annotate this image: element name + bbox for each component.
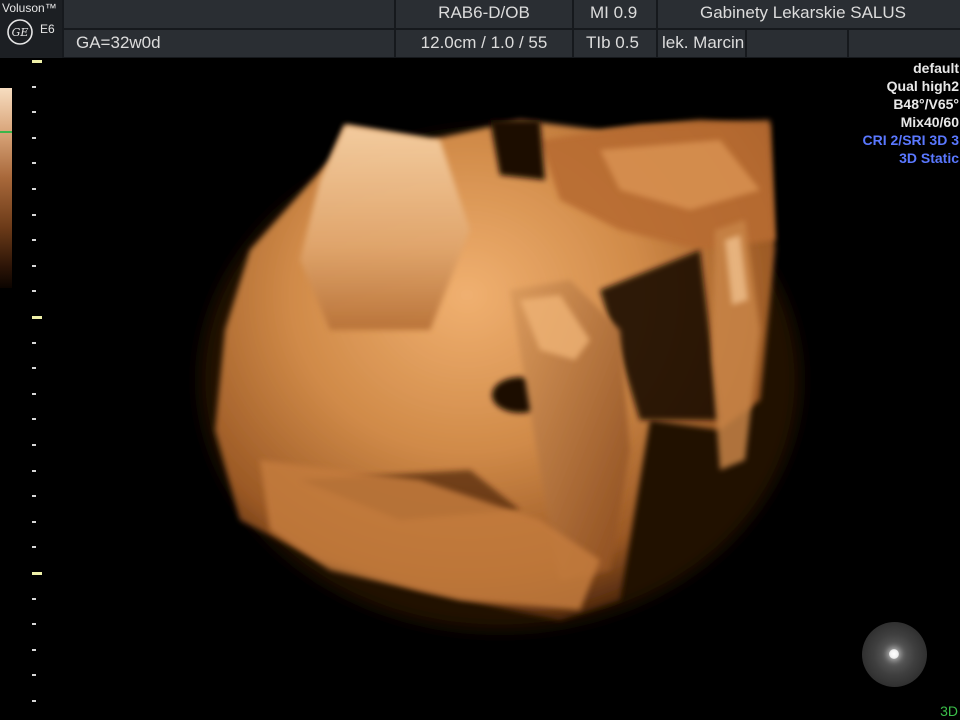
ruler-tick — [32, 623, 36, 626]
ruler-tick — [32, 597, 36, 600]
ruler-tick — [32, 469, 36, 472]
brand-logo-area: Voluson™ GE E6 — [0, 0, 62, 58]
ruler-tick — [32, 520, 36, 523]
ruler-tick — [32, 674, 36, 677]
model-name: E6 — [40, 22, 55, 36]
trackball-icon[interactable] — [862, 622, 927, 687]
mode-label: 3D Static — [899, 150, 959, 166]
status-header: Voluson™ GE E6 RAB6-D/OB MI 0.9 Gabinety… — [0, 0, 960, 58]
ruler-tick — [32, 546, 36, 549]
color-map-bar — [0, 88, 12, 288]
ruler-tick — [32, 341, 36, 344]
ruler-tick — [32, 85, 36, 88]
ruler-tick — [32, 392, 36, 395]
ruler-tick — [32, 367, 36, 370]
ruler-tick — [32, 213, 36, 216]
gestational-age: GA=32w0d — [64, 30, 394, 57]
thermal-index: TIb 0.5 — [574, 30, 656, 57]
ruler-tick — [32, 290, 36, 293]
ge-logo-icon: GE — [7, 19, 33, 45]
operator-name: lek. Marcin — [658, 30, 745, 57]
filter-label: CRI 2/SRI 3D 3 — [862, 132, 959, 148]
header-blank-cell — [849, 30, 960, 57]
mechanical-index: MI 0.9 — [574, 0, 656, 28]
angle-label: B48°/V65° — [893, 96, 959, 112]
parameter-panel: default Qual high2 B48°/V65° Mix40/60 CR… — [863, 59, 959, 167]
ultrasound-screen: Voluson™ GE E6 RAB6-D/OB MI 0.9 Gabinety… — [0, 0, 960, 720]
ruler-major-tick — [32, 60, 42, 63]
ruler-tick — [32, 264, 36, 267]
ruler-tick — [32, 418, 36, 421]
probe-label: RAB6-D/OB — [396, 0, 572, 28]
ruler-tick — [32, 648, 36, 651]
3d-render-view[interactable] — [0, 58, 960, 720]
header-blank-cell — [64, 0, 394, 28]
mix-label: Mix40/60 — [900, 114, 959, 130]
mode-indicator: 3D — [940, 703, 958, 719]
quality-label: Qual high2 — [886, 78, 959, 94]
ruler-tick — [32, 188, 36, 190]
header-blank-cell — [747, 30, 847, 57]
brand-name: Voluson™ — [2, 1, 57, 15]
ruler-tick — [32, 444, 36, 446]
ruler-tick — [32, 700, 36, 702]
color-map-marker — [0, 131, 12, 133]
svg-text:GE: GE — [12, 26, 29, 39]
ruler-tick — [32, 495, 36, 498]
ruler-tick — [32, 162, 36, 165]
ruler-major-tick — [32, 572, 42, 575]
ruler-major-tick — [32, 316, 42, 319]
ruler-tick — [32, 239, 36, 242]
depth-info: 12.0cm / 1.0 / 55 — [396, 30, 572, 57]
trackball-dot — [889, 649, 899, 659]
ruler-tick — [32, 136, 36, 139]
institution-name: Gabinety Lekarskie SALUS — [658, 0, 960, 28]
ruler-tick — [32, 111, 36, 114]
preset-label: default — [913, 60, 959, 76]
